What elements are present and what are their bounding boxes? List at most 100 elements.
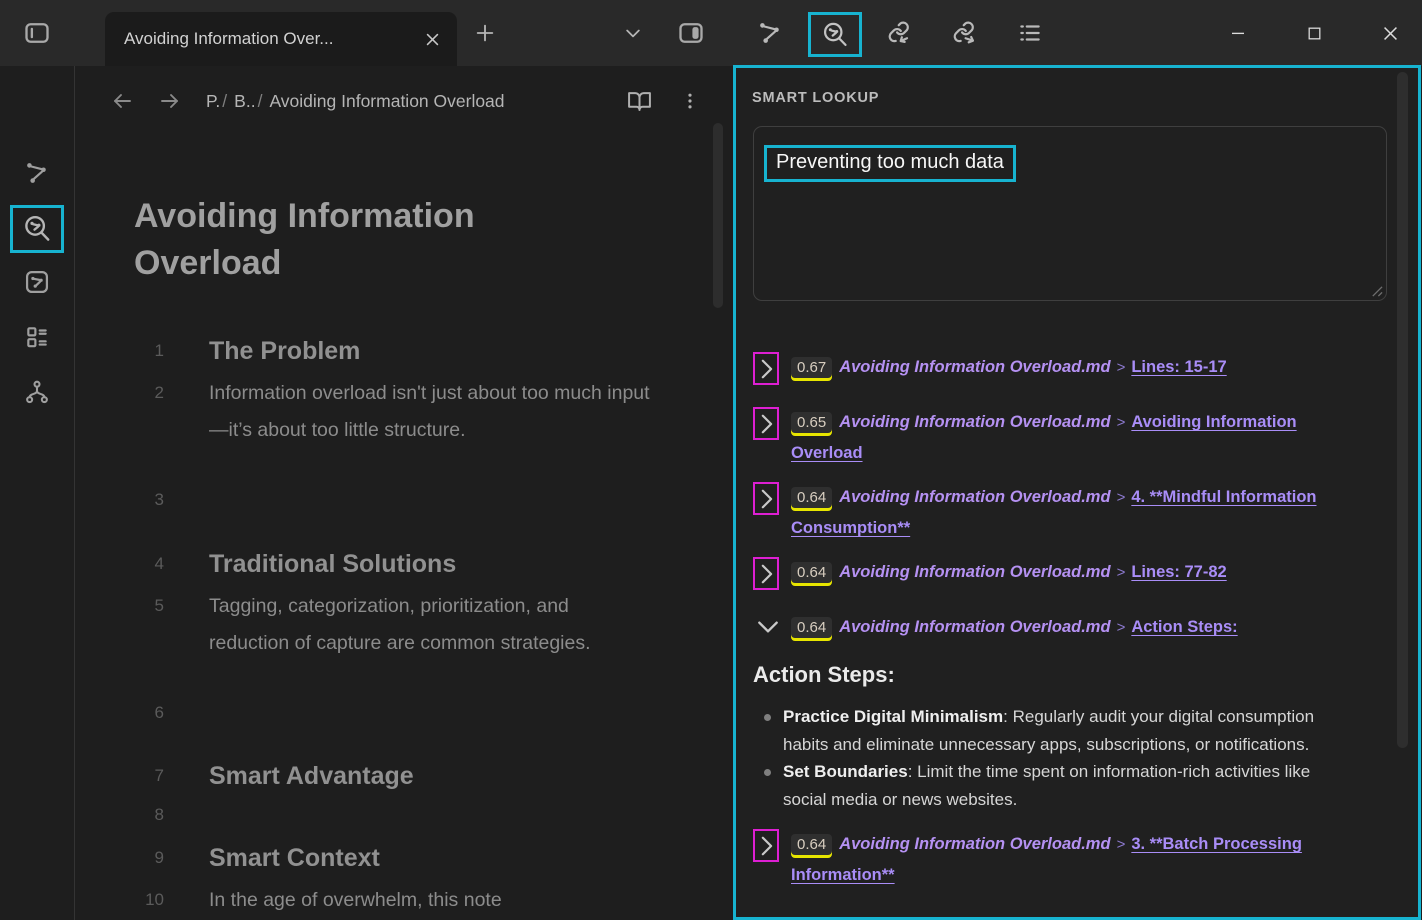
window-maximize-button[interactable]: [1297, 13, 1331, 53]
line-number: 5: [76, 588, 164, 661]
connections-out-button[interactable]: [945, 13, 985, 53]
nav-forward-button[interactable]: [152, 83, 188, 119]
lookup-result-row[interactable]: 0.64 Avoiding Information Overload.md>Lin…: [753, 557, 1393, 590]
result-text: 0.65Avoiding Information Overload.md>Avo…: [791, 407, 1356, 468]
line-number: 9: [76, 841, 164, 875]
line-text[interactable]: [209, 800, 654, 830]
line-text[interactable]: Information overload isn't just about to…: [209, 375, 654, 448]
ribbon-smart-lookup-button[interactable]: [17, 209, 57, 249]
line-text[interactable]: [209, 485, 654, 515]
tab-list-dropdown-button[interactable]: [613, 13, 653, 53]
nav-back-button[interactable]: [104, 83, 140, 119]
lookup-result-row[interactable]: 0.64Avoiding Information Overload.md>3. …: [753, 829, 1393, 890]
similarity-score-badge: 0.64: [791, 834, 832, 855]
similarity-score-badge: 0.67: [791, 357, 832, 378]
ribbon-connections-view-button[interactable]: [17, 262, 57, 302]
minimize-icon: [1229, 24, 1247, 42]
panel-title: SMART LOOKUP: [752, 90, 879, 106]
connections-in-button[interactable]: [880, 13, 920, 53]
left-sidebar-toggle-button[interactable]: [17, 13, 57, 53]
left-sidebar-toggle-icon: [22, 19, 52, 47]
result-separator: >: [1111, 489, 1132, 506]
smart-lookup-button[interactable]: [815, 15, 855, 55]
resize-handle-icon[interactable]: [1370, 284, 1383, 297]
result-file-name[interactable]: Avoiding Information Overload.md: [839, 563, 1110, 581]
ribbon-smart-connections-button[interactable]: [17, 153, 57, 193]
result-text: 0.64Avoiding Information Overload.md>4. …: [791, 482, 1356, 543]
editor-line[interactable]: 6: [76, 698, 676, 728]
breadcrumb-folder[interactable]: B..: [234, 91, 255, 112]
result-file-name[interactable]: Avoiding Information Overload.md: [839, 618, 1110, 636]
result-target-link[interactable]: Lines: 15-17: [1131, 358, 1226, 376]
more-options-button[interactable]: [672, 83, 708, 119]
result-file-name[interactable]: Avoiding Information Overload.md: [839, 413, 1110, 431]
line-text[interactable]: [209, 698, 654, 728]
lookup-result: 0.64Avoiding Information Overload.md>4. …: [753, 482, 1393, 543]
editor-line[interactable]: 2 Information overload isn't just about …: [76, 375, 676, 448]
expanded-heading: Action Steps:: [753, 661, 1393, 689]
expand-chevron-right-icon[interactable]: [753, 407, 779, 440]
editor-line[interactable]: 4 Traditional Solutions: [76, 547, 676, 581]
line-number: 1: [76, 334, 164, 368]
tab-avoiding-information-overload[interactable]: Avoiding Information Over...: [105, 12, 457, 66]
window-minimize-button[interactable]: [1221, 13, 1255, 53]
line-text[interactable]: Tagging, categorization, prioritization,…: [209, 588, 654, 661]
arrow-right-icon: [158, 89, 182, 113]
result-target-link[interactable]: Lines: 77-82: [1131, 563, 1226, 581]
ribbon-blocks-button[interactable]: [17, 317, 57, 357]
editor-scrollbar-thumb[interactable]: [713, 123, 723, 308]
graph-nodes-icon: [24, 160, 50, 186]
lookup-result-row[interactable]: 0.64 Avoiding Information Overload.md>Act…: [753, 612, 1393, 643]
result-file-name[interactable]: Avoiding Information Overload.md: [839, 488, 1110, 506]
editor-line[interactable]: 5 Tagging, categorization, prioritizatio…: [76, 588, 676, 661]
editor-line[interactable]: 3: [76, 485, 676, 515]
expand-chevron-right-icon[interactable]: [753, 482, 779, 515]
result-separator: >: [1111, 619, 1132, 636]
result-text: 0.64 Avoiding Information Overload.md>Act…: [791, 612, 1356, 643]
lookup-result-row[interactable]: 0.64Avoiding Information Overload.md>4. …: [753, 482, 1393, 543]
line-text[interactable]: In the age of overwhelm, this note: [209, 882, 654, 919]
line-text[interactable]: Traditional Solutions: [209, 547, 654, 581]
ribbon-tree-button[interactable]: [17, 372, 57, 412]
editor-line[interactable]: 8: [76, 800, 676, 830]
reading-mode-button[interactable]: [621, 83, 657, 119]
result-target-link[interactable]: Action Steps:: [1131, 618, 1237, 636]
expand-chevron-right-icon[interactable]: [753, 557, 779, 590]
result-separator: >: [1111, 836, 1132, 853]
line-text[interactable]: Smart Advantage: [209, 759, 654, 793]
collapse-chevron-down-icon[interactable]: [753, 612, 783, 642]
tab-close-icon[interactable]: [424, 31, 441, 48]
editor-line[interactable]: 1 The Problem: [76, 334, 676, 368]
lookup-result: 0.64Avoiding Information Overload.md>Act…: [753, 612, 1393, 813]
result-file-name[interactable]: Avoiding Information Overload.md: [839, 358, 1110, 376]
layout-list-icon: [24, 324, 50, 350]
lookup-result-row[interactable]: 0.65Avoiding Information Overload.md>Avo…: [753, 407, 1393, 468]
breadcrumb-folder[interactable]: P.: [206, 91, 220, 112]
expand-chevron-right-icon[interactable]: [753, 829, 779, 862]
breadcrumb-note-title[interactable]: Avoiding Information Overload: [269, 91, 504, 112]
outline-list-button[interactable]: [1010, 13, 1050, 53]
editor-line[interactable]: 7 Smart Advantage: [76, 759, 676, 793]
editor-line[interactable]: 10 In the age of overwhelm, this note: [76, 882, 676, 919]
expand-chevron-right-icon[interactable]: [753, 352, 779, 385]
editor-line[interactable]: 9 Smart Context: [76, 841, 676, 875]
line-number: 10: [76, 882, 164, 919]
similarity-score-badge: 0.64: [791, 562, 832, 583]
lookup-query-textarea[interactable]: Preventing too much data: [753, 126, 1387, 301]
window-close-button[interactable]: [1373, 13, 1407, 53]
panel-scrollbar-thumb[interactable]: [1397, 72, 1408, 748]
line-text[interactable]: Smart Context: [209, 841, 654, 875]
result-separator: >: [1111, 564, 1132, 581]
similarity-score-badge: 0.65: [791, 412, 832, 433]
line-text[interactable]: The Problem: [209, 334, 654, 368]
vertical-ellipsis-icon: [680, 91, 700, 111]
smart-connections-button[interactable]: [750, 13, 790, 53]
link-arrow-right-icon: [951, 19, 979, 47]
result-file-name[interactable]: Avoiding Information Overload.md: [839, 835, 1110, 853]
lookup-result-row[interactable]: 0.67Avoiding Information Overload.md>Lin…: [753, 352, 1393, 385]
right-sidebar-toggle-button[interactable]: [671, 13, 711, 53]
editor-pane: P. / B.. / Avoiding Information Overload…: [76, 66, 733, 920]
new-tab-button[interactable]: [465, 13, 505, 53]
similarity-score-badge: 0.64: [791, 617, 832, 638]
lookup-query-text[interactable]: Preventing too much data: [764, 145, 1016, 182]
